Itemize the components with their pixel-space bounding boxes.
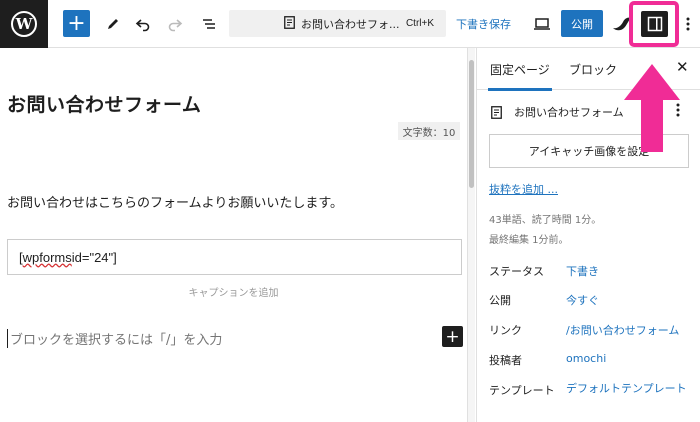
template-label: テンプレート — [489, 384, 555, 397]
more-vertical-icon[interactable] — [681, 12, 695, 36]
save-draft-button[interactable]: 下書き保存 — [456, 16, 511, 32]
link-label: リンク — [489, 324, 522, 337]
word-reading-time: 43単語、読了時間 1分。 — [489, 215, 602, 226]
editor-scrollbar[interactable] — [467, 48, 475, 422]
undo-icon[interactable] — [131, 12, 155, 36]
status-value[interactable]: 下書き — [566, 263, 599, 279]
editor-canvas: お問い合わせフォーム 文字数：10 お問い合わせはこちらのフォームよりお願いいた… — [0, 48, 467, 422]
page-title[interactable]: お問い合わせフォーム — [7, 90, 201, 117]
add-block-button[interactable]: + — [63, 10, 90, 37]
document-summary: お問い合わせフォーム — [491, 104, 624, 120]
add-excerpt-link[interactable]: 抜粋を追加 ... — [489, 181, 558, 197]
tab-block[interactable]: ブロック — [569, 61, 617, 78]
command-shortcut: Ctrl+K — [405, 18, 434, 29]
inline-add-block-button[interactable]: + — [442, 326, 463, 347]
word-count-badge: 文字数：10 — [398, 122, 460, 140]
desktop-preview-icon[interactable] — [530, 12, 554, 36]
publish-button[interactable]: 公開 — [561, 10, 603, 37]
block-placeholder[interactable]: ブロックを選択するには「/」を入力 — [7, 329, 222, 348]
scrollbar-thumb[interactable] — [469, 60, 474, 188]
tab-page[interactable]: 固定ページ — [488, 61, 552, 91]
shortcode-misspelled: wpforms — [22, 249, 72, 265]
page-icon — [284, 15, 295, 32]
shortcode-rest: id="24"] — [71, 249, 117, 265]
caption-placeholder[interactable]: キャプションを追加 — [0, 284, 467, 299]
document-label: お問い合わせフォーム — [514, 106, 624, 119]
status-label: ステータス — [489, 265, 544, 278]
pointer-arrow-icon — [624, 64, 680, 152]
redo-icon[interactable] — [163, 12, 187, 36]
top-toolbar: W + お問い合わせフォ... Ctrl+K 下書き保存 公開 — [0, 0, 700, 48]
paragraph-block[interactable]: お問い合わせはこちらのフォームよりお願いいたします。 — [7, 192, 343, 211]
template-value[interactable]: デフォルトテンプレート — [566, 382, 696, 396]
wordpress-logo-icon[interactable]: W — [0, 0, 48, 48]
link-value[interactable]: /お問い合わせフォーム — [566, 322, 679, 338]
highlight-box — [629, 1, 679, 47]
author-value[interactable]: omochi — [566, 352, 606, 365]
publish-value[interactable]: 今すぐ — [566, 292, 599, 308]
shortcode-block[interactable]: [wpforms id="24"] — [7, 239, 462, 275]
publish-label: 公開 — [489, 294, 511, 307]
document-title: お問い合わせフォ... — [301, 17, 400, 31]
last-edited: 最終編集 1分前。 — [489, 235, 569, 246]
page-icon — [491, 105, 502, 119]
list-view-icon[interactable] — [197, 12, 221, 36]
document-bar[interactable]: お問い合わせフォ... Ctrl+K — [229, 10, 446, 37]
pencil-icon[interactable] — [101, 12, 125, 36]
author-label: 投稿者 — [489, 354, 522, 367]
